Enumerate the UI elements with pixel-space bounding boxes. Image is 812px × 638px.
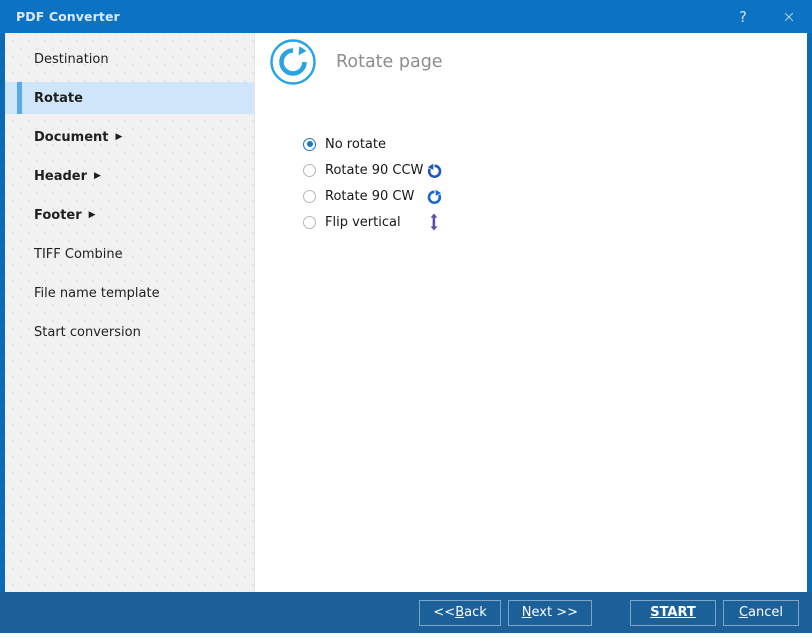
nav-spacer (5, 231, 254, 238)
nav-spacer (5, 75, 254, 82)
sidebar-item-rotate[interactable]: Rotate (5, 82, 254, 114)
sidebar-item-label: Document (34, 130, 109, 145)
cancel-suffix: ancel (748, 605, 783, 620)
rotate-ccw-icon (425, 161, 443, 179)
sidebar-item-tiff-combine[interactable]: TIFF Combine (5, 238, 254, 270)
radio-label: No rotate (325, 137, 386, 152)
radio-no-rotate[interactable]: No rotate (303, 131, 463, 157)
sidebar-item-label: Rotate (34, 91, 83, 106)
chevron-right-icon: ▶ (94, 172, 101, 181)
nav-spacer (5, 192, 254, 199)
nav-spacer (5, 114, 254, 121)
rotate-clockwise-circle-icon (269, 38, 317, 86)
pdf-converter-window: PDF Converter ? × Destination Rotate Doc… (0, 0, 812, 638)
radio-label: Rotate 90 CW (325, 189, 414, 204)
sidebar-item-header[interactable]: Header ▶ (5, 160, 254, 192)
next-accel: N (522, 605, 532, 620)
title-bar: PDF Converter ? × (0, 0, 812, 33)
sidebar-item-file-name-template[interactable]: File name template (5, 277, 254, 309)
sidebar-item-label: Header (34, 169, 87, 184)
panel-header: Rotate page (269, 38, 443, 86)
start-button[interactable]: START (630, 600, 716, 626)
back-button[interactable]: << Back (419, 600, 500, 626)
nav-spacer (5, 153, 254, 160)
next-suffix: ext >> (532, 605, 578, 620)
radio-rotate-90-ccw[interactable]: Rotate 90 CCW (303, 157, 463, 183)
sidebar-item-label: Destination (34, 52, 109, 67)
radio-mark (303, 216, 316, 229)
sidebar-item-label: TIFF Combine (34, 247, 123, 262)
sidebar-item-label: Footer (34, 208, 82, 223)
page-title: Rotate page (336, 52, 443, 72)
sidebar-item-start-conversion[interactable]: Start conversion (5, 316, 254, 348)
back-suffix: ack (464, 605, 487, 620)
window-controls: ? × (720, 0, 812, 33)
rotate-cw-icon (425, 187, 443, 205)
sidebar-item-label: Start conversion (34, 325, 141, 340)
main-panel: Rotate page No rotate Rotate 90 CCW (255, 33, 807, 592)
nav-spacer (5, 270, 254, 277)
radio-label: Rotate 90 CCW (325, 163, 423, 178)
radio-flip-vertical[interactable]: Flip vertical (303, 209, 463, 235)
radio-mark (303, 138, 316, 151)
sidebar-item-footer[interactable]: Footer ▶ (5, 199, 254, 231)
start-label: START (650, 605, 696, 620)
back-accel: B (455, 605, 464, 620)
footer-bar: << Back Next >> START Cancel (0, 592, 812, 633)
help-icon[interactable]: ? (720, 0, 766, 33)
radio-label: Flip vertical (325, 215, 401, 230)
sidebar-item-destination[interactable]: Destination (5, 43, 254, 75)
flip-vertical-icon (425, 213, 443, 231)
cancel-accel: C (739, 605, 748, 620)
radio-mark (303, 164, 316, 177)
next-button[interactable]: Next >> (508, 600, 592, 626)
rotate-options-group: No rotate Rotate 90 CCW Rotate 90 CW (303, 131, 463, 235)
sidebar-item-document[interactable]: Document ▶ (5, 121, 254, 153)
bottom-strip (0, 633, 812, 638)
chevron-right-icon: ▶ (89, 211, 96, 220)
radio-mark (303, 190, 316, 203)
chevron-right-icon: ▶ (116, 133, 123, 142)
sidebar-nav: Destination Rotate Document ▶ Header ▶ F… (5, 33, 255, 592)
nav-spacer (5, 309, 254, 316)
cancel-button[interactable]: Cancel (723, 600, 799, 626)
close-icon[interactable]: × (766, 0, 812, 33)
radio-rotate-90-cw[interactable]: Rotate 90 CW (303, 183, 463, 209)
content-row: Destination Rotate Document ▶ Header ▶ F… (0, 33, 812, 592)
window-title: PDF Converter (16, 9, 120, 24)
back-prefix: << (433, 605, 455, 620)
sidebar-item-label: File name template (34, 286, 160, 301)
